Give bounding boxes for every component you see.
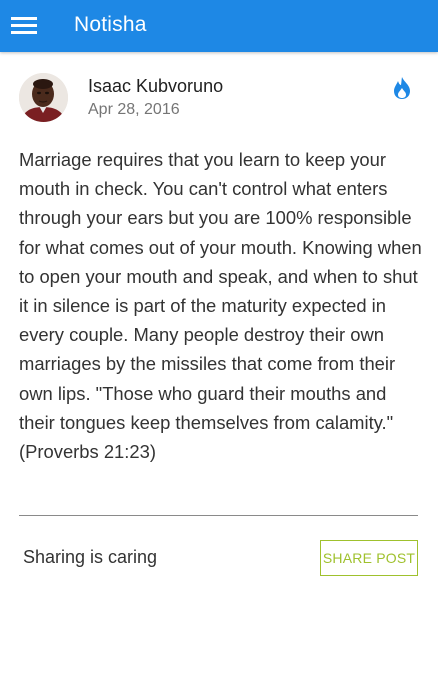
share-post-button[interactable]: SHARE POST [320, 540, 418, 576]
app-title: Notisha [74, 13, 147, 36]
author-name[interactable]: Isaac Kubvoruno [88, 76, 223, 97]
flame-icon[interactable] [393, 76, 411, 100]
sharing-caption: Sharing is caring [23, 547, 158, 567]
hamburger-menu-icon[interactable] [11, 16, 37, 36]
app-bar: Notisha [0, 0, 438, 52]
post-date: Apr 28, 2016 [88, 101, 180, 118]
divider [19, 515, 418, 516]
post-body: Marriage requires that you learn to keep… [19, 149, 422, 463]
author-avatar[interactable] [19, 73, 68, 122]
